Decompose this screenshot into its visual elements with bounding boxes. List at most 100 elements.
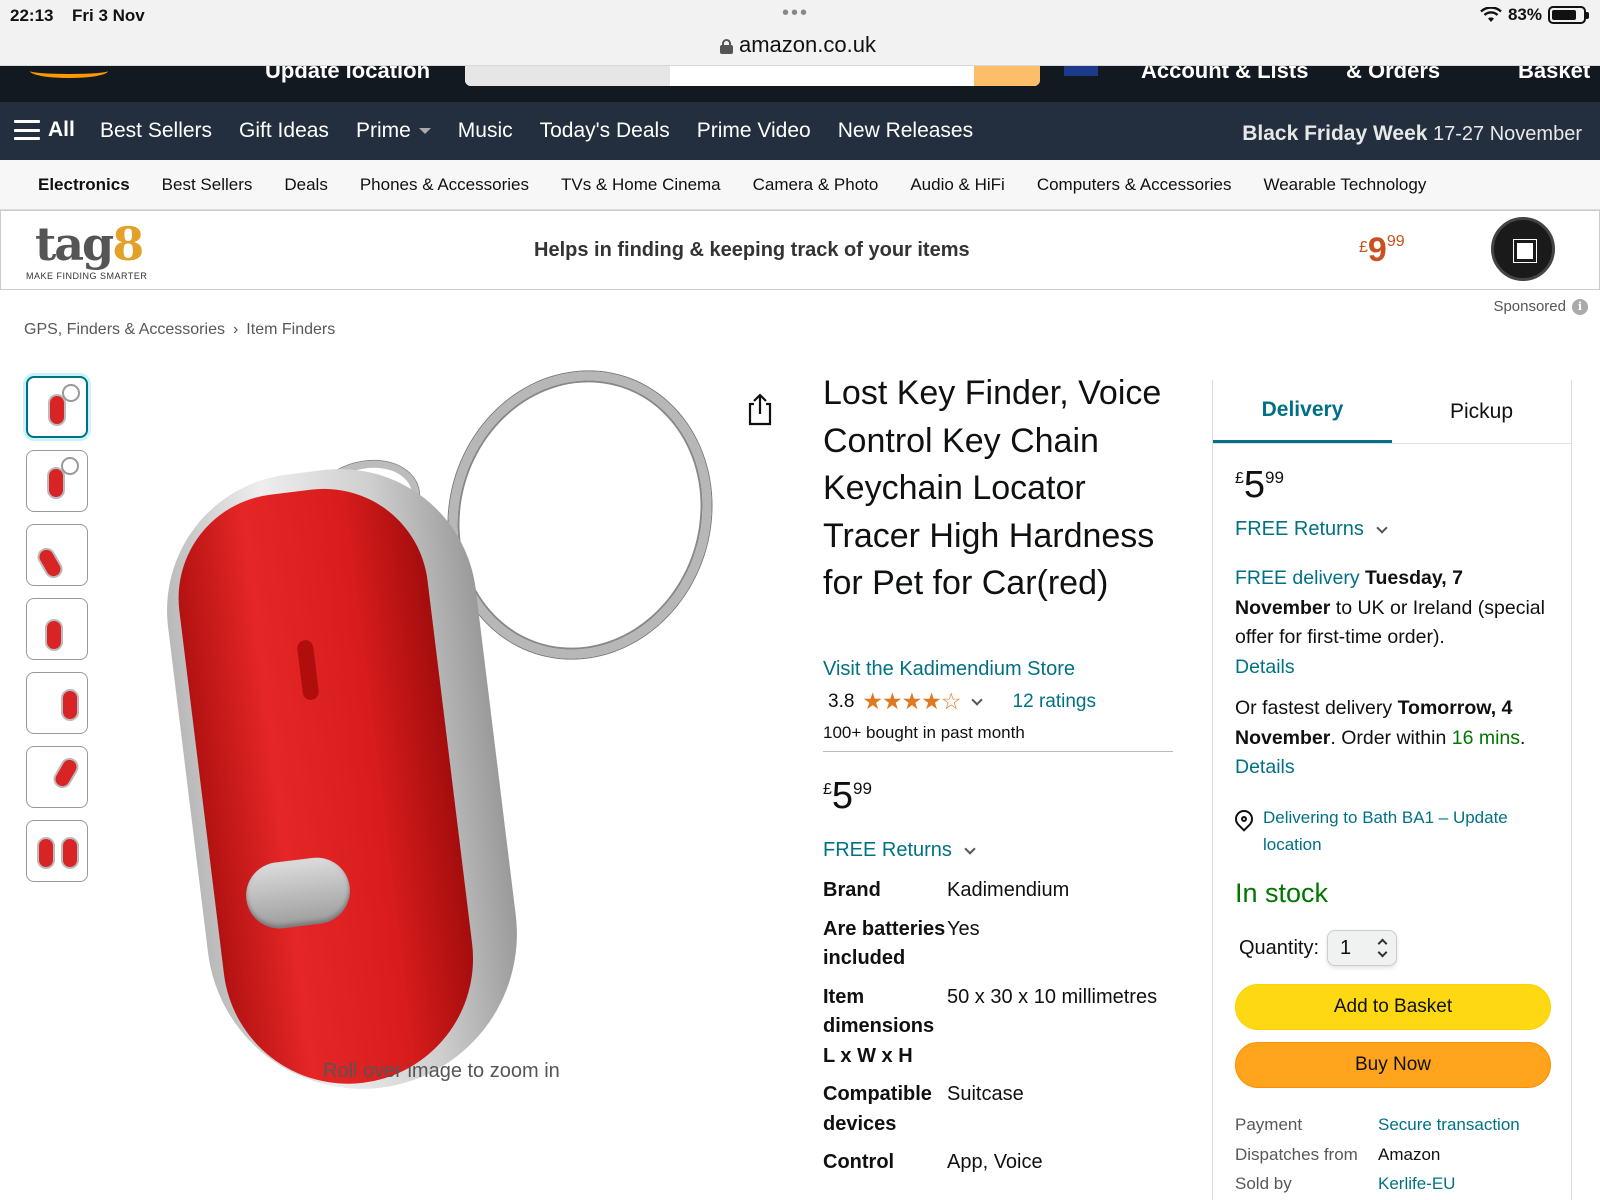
battery-icon xyxy=(1548,6,1589,24)
orders-link[interactable]: & Orders xyxy=(1346,66,1440,84)
search-bar[interactable] xyxy=(465,66,1040,86)
thumbnail-3[interactable] xyxy=(26,524,88,586)
black-friday-promo[interactable]: Black Friday Week 17-27 November xyxy=(1242,122,1582,146)
details-link[interactable]: Details xyxy=(1235,756,1295,778)
info-row: Sold by Kerlife-EU xyxy=(1235,1169,1555,1199)
nav-link-new-releases[interactable]: New Releases xyxy=(838,119,973,143)
buybox-price-fraction: 99 xyxy=(1265,468,1284,487)
nav-links: Best Sellers Gift Ideas Prime Music Toda… xyxy=(100,119,973,143)
tab-pickup[interactable]: Pickup xyxy=(1392,380,1571,443)
subnav-camera[interactable]: Camera & Photo xyxy=(753,175,879,195)
hamburger-icon xyxy=(14,120,40,140)
banner-price-whole: 9 xyxy=(1367,231,1387,269)
subnav-audio[interactable]: Audio & HiFi xyxy=(910,175,1004,195)
free-returns-link[interactable]: FREE Returns xyxy=(823,839,980,862)
nav-link-gift-ideas[interactable]: Gift Ideas xyxy=(239,119,329,143)
info-key: Sold by xyxy=(1235,1174,1292,1193)
divider xyxy=(823,751,1173,752)
subnav-deals[interactable]: Deals xyxy=(284,175,327,195)
browser-status-bar: 22:13 Fri 3 Nov ••• 83% amazon.co.uk xyxy=(0,0,1600,66)
spec-key: Item dimensions L x W x H xyxy=(823,985,935,1067)
logo-text: tag xyxy=(35,217,114,271)
uk-flag-icon[interactable] xyxy=(1064,66,1098,76)
promo-dates: 17-27 xyxy=(1433,123,1485,145)
thumbnail-1[interactable] xyxy=(26,376,88,438)
quantity-select[interactable]: 1 xyxy=(1327,930,1398,966)
subnav-phones[interactable]: Phones & Accessories xyxy=(360,175,529,195)
nav-link-music[interactable]: Music xyxy=(458,119,513,143)
quantity-value: 1 xyxy=(1340,936,1352,959)
amazon-logo[interactable] xyxy=(30,66,108,78)
zoom-caption: Roll over image to zoom in xyxy=(323,1060,560,1082)
thumbnail-2[interactable] xyxy=(26,450,88,512)
search-button[interactable] xyxy=(974,66,1040,86)
main-product-image[interactable] xyxy=(151,336,749,1107)
sponsored-label[interactable]: Sponsored i xyxy=(1493,298,1588,315)
tab-overview-dots-icon[interactable]: ••• xyxy=(782,2,809,25)
seller-link[interactable]: Kerlife-EU xyxy=(1378,1169,1555,1199)
tab-delivery[interactable]: Delivery xyxy=(1213,380,1392,443)
stock-status: In stock xyxy=(1235,878,1329,908)
thumbnail-5[interactable] xyxy=(26,672,88,734)
lock-icon xyxy=(720,38,733,54)
banner-price: £999 xyxy=(1359,231,1405,270)
info-icon[interactable]: i xyxy=(1572,298,1588,315)
secure-transaction-link[interactable]: Secure transaction xyxy=(1378,1110,1555,1140)
nav-link-prime-video[interactable]: Prime Video xyxy=(697,119,811,143)
buy-now-button[interactable]: Buy Now xyxy=(1235,1042,1551,1088)
star-rating-icon[interactable]: ★★★★☆ xyxy=(862,688,961,715)
free-returns-label: FREE Returns xyxy=(823,839,952,861)
search-category-dropdown[interactable] xyxy=(465,66,670,86)
ratings-count-link[interactable]: 12 ratings xyxy=(1013,691,1096,713)
share-icon[interactable] xyxy=(746,392,774,426)
info-row: Payment Secure transaction xyxy=(1235,1110,1555,1140)
address-bar[interactable]: amazon.co.uk xyxy=(720,32,876,58)
qr-code-icon xyxy=(1513,239,1537,263)
clock: 22:13 xyxy=(10,6,54,25)
nav-link-todays-deals[interactable]: Today's Deals xyxy=(540,119,670,143)
breadcrumb-current[interactable]: Item Finders xyxy=(246,321,335,339)
nav-link-prime[interactable]: Prime xyxy=(356,119,431,143)
sponsored-banner[interactable]: tag8 MAKE FINDING SMARTER Helps in findi… xyxy=(0,210,1600,290)
product-price: £599 xyxy=(823,775,872,818)
tag8-logo: tag8 xyxy=(35,217,144,271)
buybox-free-returns[interactable]: FREE Returns xyxy=(1235,518,1392,541)
free-delivery-link[interactable]: FREE delivery xyxy=(1235,567,1360,589)
location-text: Delivering to Bath BA1 – Update location xyxy=(1263,808,1508,854)
thumbnail-6[interactable] xyxy=(26,746,88,808)
all-menu-button[interactable]: All xyxy=(14,118,75,142)
basket-link[interactable]: Basket xyxy=(1518,66,1590,84)
thumbnail-7[interactable] xyxy=(26,820,88,882)
url-text: amazon.co.uk xyxy=(739,32,876,57)
spec-key: Compatible devices xyxy=(823,1083,932,1135)
subnav-computers[interactable]: Computers & Accessories xyxy=(1037,175,1232,195)
add-to-basket-button[interactable]: Add to Basket xyxy=(1235,984,1551,1030)
subnav-electronics[interactable]: Electronics xyxy=(38,175,130,195)
buybox-price: £599 xyxy=(1235,464,1284,507)
delivery-location[interactable]: Delivering to Bath BA1 – Update location xyxy=(1231,804,1555,858)
chevron-down-icon[interactable] xyxy=(970,693,983,706)
breadcrumb-parent[interactable]: GPS, Finders & Accessories xyxy=(24,321,225,339)
price-whole: 5 xyxy=(831,775,854,817)
account-menu[interactable]: Account & Lists xyxy=(1141,66,1308,84)
subnav-wearable[interactable]: Wearable Technology xyxy=(1263,175,1426,195)
buybox-price-whole: 5 xyxy=(1243,464,1266,506)
thumbnail-4[interactable] xyxy=(26,598,88,660)
details-link[interactable]: Details xyxy=(1235,656,1295,678)
nav-link-prime-label: Prime xyxy=(355,119,411,142)
banner-price-symbol: £ xyxy=(1359,239,1368,256)
period: . xyxy=(1520,726,1526,749)
subnav-best-sellers[interactable]: Best Sellers xyxy=(162,175,253,195)
subnav-tvs[interactable]: TVs & Home Cinema xyxy=(561,175,721,195)
update-location-link[interactable]: Update location xyxy=(265,66,430,84)
store-link[interactable]: Visit the Kadimendium Store xyxy=(823,658,1075,681)
spec-key: Are batteries included xyxy=(823,917,946,970)
main-nav: All Best Sellers Gift Ideas Prime Music … xyxy=(0,102,1600,160)
nav-link-best-sellers[interactable]: Best Sellers xyxy=(100,119,212,143)
product-specs: Brand Kadimendium Are batteries included Y… xyxy=(823,876,1183,1187)
rating-row: 3.8 ★★★★☆ 12 ratings xyxy=(828,688,1096,715)
chevron-down-icon xyxy=(1376,521,1388,534)
thumbnail-strip xyxy=(26,376,88,882)
banner-product-image xyxy=(1491,217,1555,281)
spec-row: Item dimensions L x W x H 50 x 30 x 10 mi… xyxy=(823,983,1183,1072)
